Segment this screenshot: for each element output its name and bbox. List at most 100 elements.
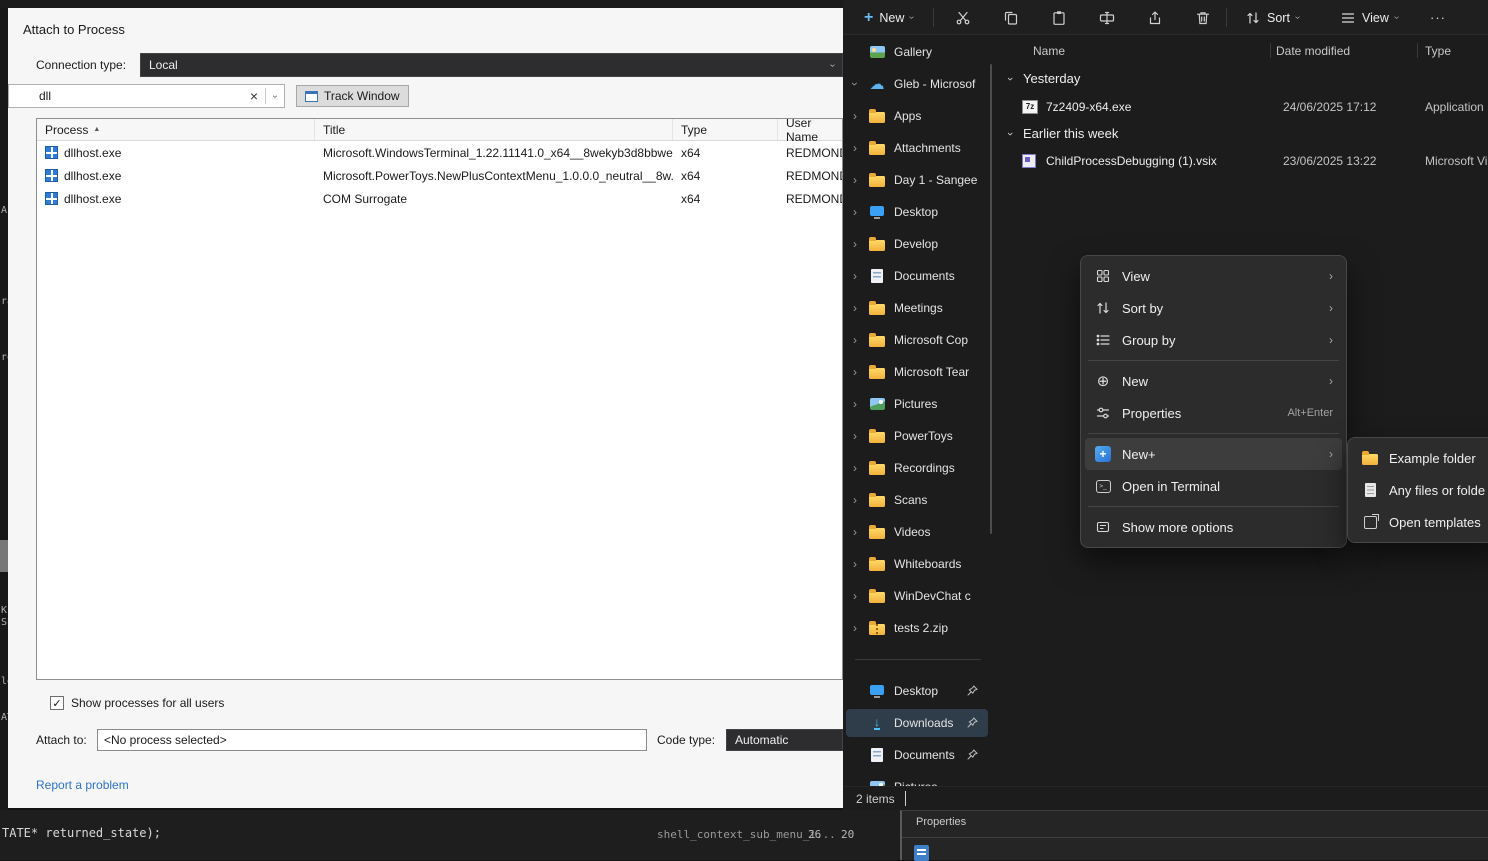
sidebar-item-attachments[interactable]: › Attachments — [843, 132, 993, 164]
chevron-right-icon[interactable]: › — [843, 429, 867, 443]
process-row[interactable]: dllhost.exe Microsoft.PowerToys.NewPlusC… — [37, 164, 842, 187]
chevron-right-icon[interactable]: › — [843, 557, 867, 571]
chevron-right-icon[interactable]: › — [843, 333, 867, 347]
sidebar-pinned-documents[interactable]: Documents — [843, 739, 993, 771]
chevron-right-icon[interactable]: › — [843, 109, 867, 123]
submenu-item-example-folder[interactable]: Example folder — [1352, 442, 1488, 474]
onedrive-cloud-icon: ☁ — [867, 77, 887, 92]
code-editor-left-strip: Ar ra re K Sh le AT — [0, 8, 8, 810]
column-divider[interactable] — [1270, 43, 1271, 58]
attach-to-field[interactable]: <No process selected> — [97, 729, 647, 751]
ellipsis-icon: ··· — [1430, 10, 1446, 25]
sidebar-item-whiteboards[interactable]: › Whiteboards — [843, 548, 993, 580]
sidebar-pinned-desktop[interactable]: Desktop — [843, 675, 993, 707]
chevron-right-icon[interactable]: › — [843, 461, 867, 475]
sidebar-item-videos[interactable]: › Videos — [843, 516, 993, 548]
column-header-date[interactable]: Date modified — [1276, 41, 1350, 61]
pictures-icon — [867, 398, 887, 410]
file-row-vsix[interactable]: ChildProcessDebugging (1).vsix 23/06/202… — [1000, 148, 1488, 174]
chevron-right-icon: › — [1329, 374, 1333, 388]
menu-item-new[interactable]: ⊕ New › — [1085, 365, 1342, 397]
process-row[interactable]: dllhost.exe Microsoft.WindowsTerminal_1.… — [37, 141, 842, 164]
cut-button[interactable] — [942, 4, 984, 31]
sort-button[interactable]: Sort › — [1236, 4, 1308, 31]
sidebar-item-documents[interactable]: › Documents — [843, 260, 993, 292]
sidebar-item-tests-zip[interactable]: › tests 2.zip — [843, 612, 993, 644]
chevron-right-icon[interactable]: › — [843, 397, 867, 411]
chevron-right-icon[interactable]: › — [843, 365, 867, 379]
group-header-earlier[interactable]: › Earlier this week — [1000, 121, 1488, 147]
menu-item-properties[interactable]: Properties Alt+Enter — [1085, 397, 1342, 429]
sidebar-item-windevchat[interactable]: › WinDevChat c — [843, 580, 993, 612]
desktop-icon — [867, 208, 887, 216]
sidebar-item-onedrive[interactable]: › ☁ Gleb - Microsof — [843, 68, 993, 100]
sidebar-item-gallery[interactable]: Gallery — [843, 36, 993, 68]
column-header-user[interactable]: User Name — [778, 119, 842, 140]
delete-button[interactable] — [1182, 4, 1224, 31]
column-header-type[interactable]: Type — [673, 119, 778, 140]
menu-item-show-more-options[interactable]: Show more options — [1085, 511, 1342, 543]
column-header-process[interactable]: Process ▲ — [37, 119, 315, 140]
menu-item-view[interactable]: View › — [1085, 260, 1342, 292]
chevron-down-icon[interactable]: › — [270, 87, 281, 105]
more-options-button[interactable]: ··· — [1421, 4, 1455, 31]
rename-button[interactable] — [1086, 4, 1128, 31]
chevron-right-icon[interactable]: › — [843, 205, 867, 219]
chevron-right-icon[interactable]: › — [843, 301, 867, 315]
new-button[interactable]: + New › — [855, 4, 923, 31]
chevron-right-icon[interactable]: › — [843, 493, 867, 507]
process-filter-input[interactable]: dll × › — [8, 84, 285, 108]
column-header-name[interactable]: Name — [1033, 41, 1065, 61]
menu-item-group-by[interactable]: Group by › — [1085, 324, 1342, 356]
chevron-right-icon[interactable]: › — [843, 589, 867, 603]
file-row-7z[interactable]: 7z 7z2409-x64.exe 24/06/2025 17:12 Appli… — [1000, 94, 1488, 120]
chevron-down-icon[interactable]: › — [843, 77, 867, 91]
menu-item-open-in-terminal[interactable]: >_ Open in Terminal — [1085, 470, 1342, 502]
sidebar-item-day1[interactable]: › Day 1 - Sangee — [843, 164, 993, 196]
view-button[interactable]: View › — [1331, 4, 1407, 31]
chevron-right-icon[interactable]: › — [843, 621, 867, 635]
sidebar-pinned-downloads[interactable]: ↓ Downloads — [843, 707, 993, 739]
scrollbar-fragment[interactable] — [0, 540, 8, 572]
column-divider[interactable] — [1417, 43, 1418, 58]
sidebar-item-pictures[interactable]: › Pictures — [843, 388, 993, 420]
sidebar-pinned-pictures[interactable]: Pictures — [843, 771, 993, 786]
paste-button[interactable] — [1038, 4, 1080, 31]
group-header-yesterday[interactable]: › Yesterday — [1000, 66, 1488, 92]
report-problem-link[interactable]: Report a problem — [36, 778, 129, 792]
column-header-title[interactable]: Title — [315, 119, 673, 140]
process-row[interactable]: dllhost.exe COM Surrogate x64 REDMOND — [37, 187, 842, 210]
sidebar-item-powertoys[interactable]: › PowerToys — [843, 420, 993, 452]
column-header-type[interactable]: Type — [1425, 41, 1451, 61]
connection-type-select[interactable]: Local › — [140, 53, 843, 77]
sidebar-item-microsoft-copilot[interactable]: › Microsoft Cop — [843, 324, 993, 356]
menu-item-new-plus[interactable]: + New+ › — [1085, 438, 1342, 470]
menu-item-sort-by[interactable]: Sort by › — [1085, 292, 1342, 324]
chevron-right-icon[interactable]: › — [843, 141, 867, 155]
code-fragment: re — [1, 352, 8, 363]
chevron-right-icon[interactable]: › — [843, 525, 867, 539]
checkbox-checked[interactable]: ✓ — [50, 696, 64, 710]
chevron-right-icon[interactable]: › — [843, 173, 867, 187]
file-explorer-window: + New › Sort › View › ··· — [843, 0, 1488, 810]
code-type-select[interactable]: Automatic — [726, 729, 843, 751]
sidebar-item-scans[interactable]: › Scans — [843, 484, 993, 516]
sidebar-item-label: Scans — [894, 493, 993, 507]
sidebar-item-recordings[interactable]: › Recordings — [843, 452, 993, 484]
sidebar-item-meetings[interactable]: › Meetings — [843, 292, 993, 324]
share-button[interactable] — [1134, 4, 1176, 31]
sidebar-item-develop[interactable]: › Develop — [843, 228, 993, 260]
chevron-right-icon[interactable]: › — [843, 269, 867, 283]
properties-grid-icon[interactable] — [914, 845, 929, 861]
sidebar-item-desktop[interactable]: › Desktop — [843, 196, 993, 228]
chevron-down-icon[interactable]: › — [1008, 121, 1012, 147]
submenu-item-open-templates[interactable]: Open templates — [1352, 506, 1488, 538]
clear-filter-icon[interactable]: × — [243, 88, 265, 104]
sidebar-item-apps[interactable]: › Apps — [843, 100, 993, 132]
sidebar-item-microsoft-teams[interactable]: › Microsoft Tear — [843, 356, 993, 388]
chevron-right-icon[interactable]: › — [843, 237, 867, 251]
submenu-item-any-files[interactable]: Any files or folde — [1352, 474, 1488, 506]
chevron-down-icon[interactable]: › — [1008, 66, 1012, 92]
copy-button[interactable] — [990, 4, 1032, 31]
track-window-button[interactable]: Track Window — [296, 85, 409, 107]
